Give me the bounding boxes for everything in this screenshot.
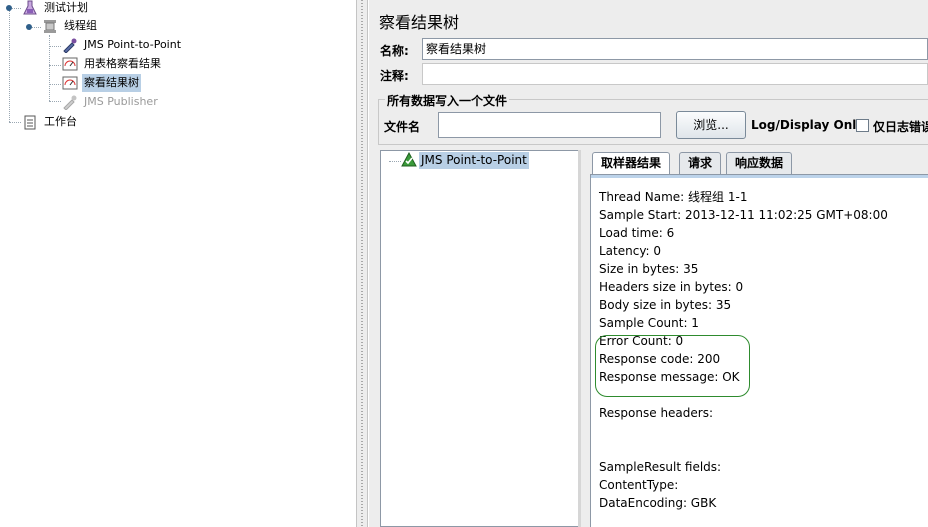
tree-item-label: 察看结果树 xyxy=(82,74,141,92)
name-label: 名称: xyxy=(380,44,409,58)
pane-splitter[interactable] xyxy=(356,0,368,527)
tree-connector xyxy=(49,65,61,66)
meter-icon xyxy=(62,75,78,91)
tree-connector xyxy=(49,101,61,102)
tab-response-data[interactable]: 响应数据 xyxy=(726,152,793,174)
tree-connector xyxy=(49,84,61,85)
dropper-icon xyxy=(62,37,78,54)
sample-result-item[interactable]: JMS Point-to-Point xyxy=(419,152,529,169)
result-line: DataEncoding: GBK xyxy=(599,496,717,510)
tree-connector xyxy=(49,35,50,101)
tree-item-label: 工作台 xyxy=(44,115,77,128)
expand-knob-icon[interactable] xyxy=(26,24,32,30)
result-line: SampleResult fields: xyxy=(599,460,722,474)
result-line: Sample Count: 1 xyxy=(599,316,699,330)
comment-field[interactable] xyxy=(422,63,928,85)
filename-input[interactable] xyxy=(438,112,661,138)
result-line: Latency: 0 xyxy=(599,244,662,258)
tree-item-label: 用表格察看结果 xyxy=(84,57,161,70)
tree-connector xyxy=(49,46,61,47)
tree-item-label: JMS Point-to-Point xyxy=(84,38,182,51)
tree-item-label: 测试计划 xyxy=(44,1,88,14)
result-line: Load time: 6 xyxy=(599,226,675,240)
result-line: Size in bytes: 35 xyxy=(599,262,699,276)
group-title: 所有数据写入一个文件 xyxy=(385,92,510,109)
result-line: Headers size in bytes: 0 xyxy=(599,280,744,294)
meter-icon xyxy=(62,56,78,72)
results-tree-panel: 察看结果树 名称: 察看结果树 注释: 所有数据写入一个文件 文件名 浏览...… xyxy=(369,0,928,527)
result-line: Sample Start: 2013-12-11 11:02:25 GMT+08… xyxy=(599,208,888,222)
expand-knob-icon[interactable] xyxy=(6,5,12,11)
tree-item-label: 线程组 xyxy=(64,19,97,32)
errors-only-label: 仅日志错误 xyxy=(873,120,928,134)
filename-label: 文件名 xyxy=(384,120,421,134)
sampler-result-content[interactable]: Thread Name: 线程组 1-1 Sample Start: 2013-… xyxy=(590,174,928,527)
notepad-icon xyxy=(22,114,38,130)
tree-item-label: JMS Publisher xyxy=(84,95,158,108)
tab-request[interactable]: 请求 xyxy=(679,152,722,174)
dropper-disabled-icon xyxy=(62,94,78,111)
highlight-annotation xyxy=(595,335,750,397)
tree-connector xyxy=(389,161,401,162)
result-line: Body size in bytes: 35 xyxy=(599,298,732,312)
comment-label: 注释: xyxy=(380,69,409,83)
result-line: Thread Name: 线程组 1-1 xyxy=(599,190,748,204)
name-field[interactable]: 察看结果树 xyxy=(422,38,928,60)
page-title: 察看结果树 xyxy=(379,13,460,32)
errors-only-checkbox[interactable] xyxy=(856,119,869,132)
tree-connector xyxy=(9,10,10,122)
tree-connector xyxy=(9,122,21,123)
browse-button[interactable]: 浏览... xyxy=(676,111,746,139)
tab-accent-line xyxy=(591,175,928,178)
success-triangle-icon xyxy=(401,151,417,168)
flask-icon xyxy=(22,0,38,16)
result-line: Response headers: xyxy=(599,406,714,420)
log-display-label: Log/Display Only: xyxy=(751,118,869,132)
sample-result-tree[interactable]: JMS Point-to-Point xyxy=(380,150,580,527)
tab-sampler-result[interactable]: 取样器结果 xyxy=(592,152,671,174)
test-plan-tree[interactable]: 测试计划 线程组 JMS Point-to-Point 用表格察看结果 察看结果… xyxy=(0,0,356,527)
spool-icon xyxy=(42,18,58,34)
tree-scrollbar[interactable] xyxy=(578,150,581,527)
result-line: ContentType: xyxy=(599,478,679,492)
splitter-grip[interactable] xyxy=(361,0,363,527)
